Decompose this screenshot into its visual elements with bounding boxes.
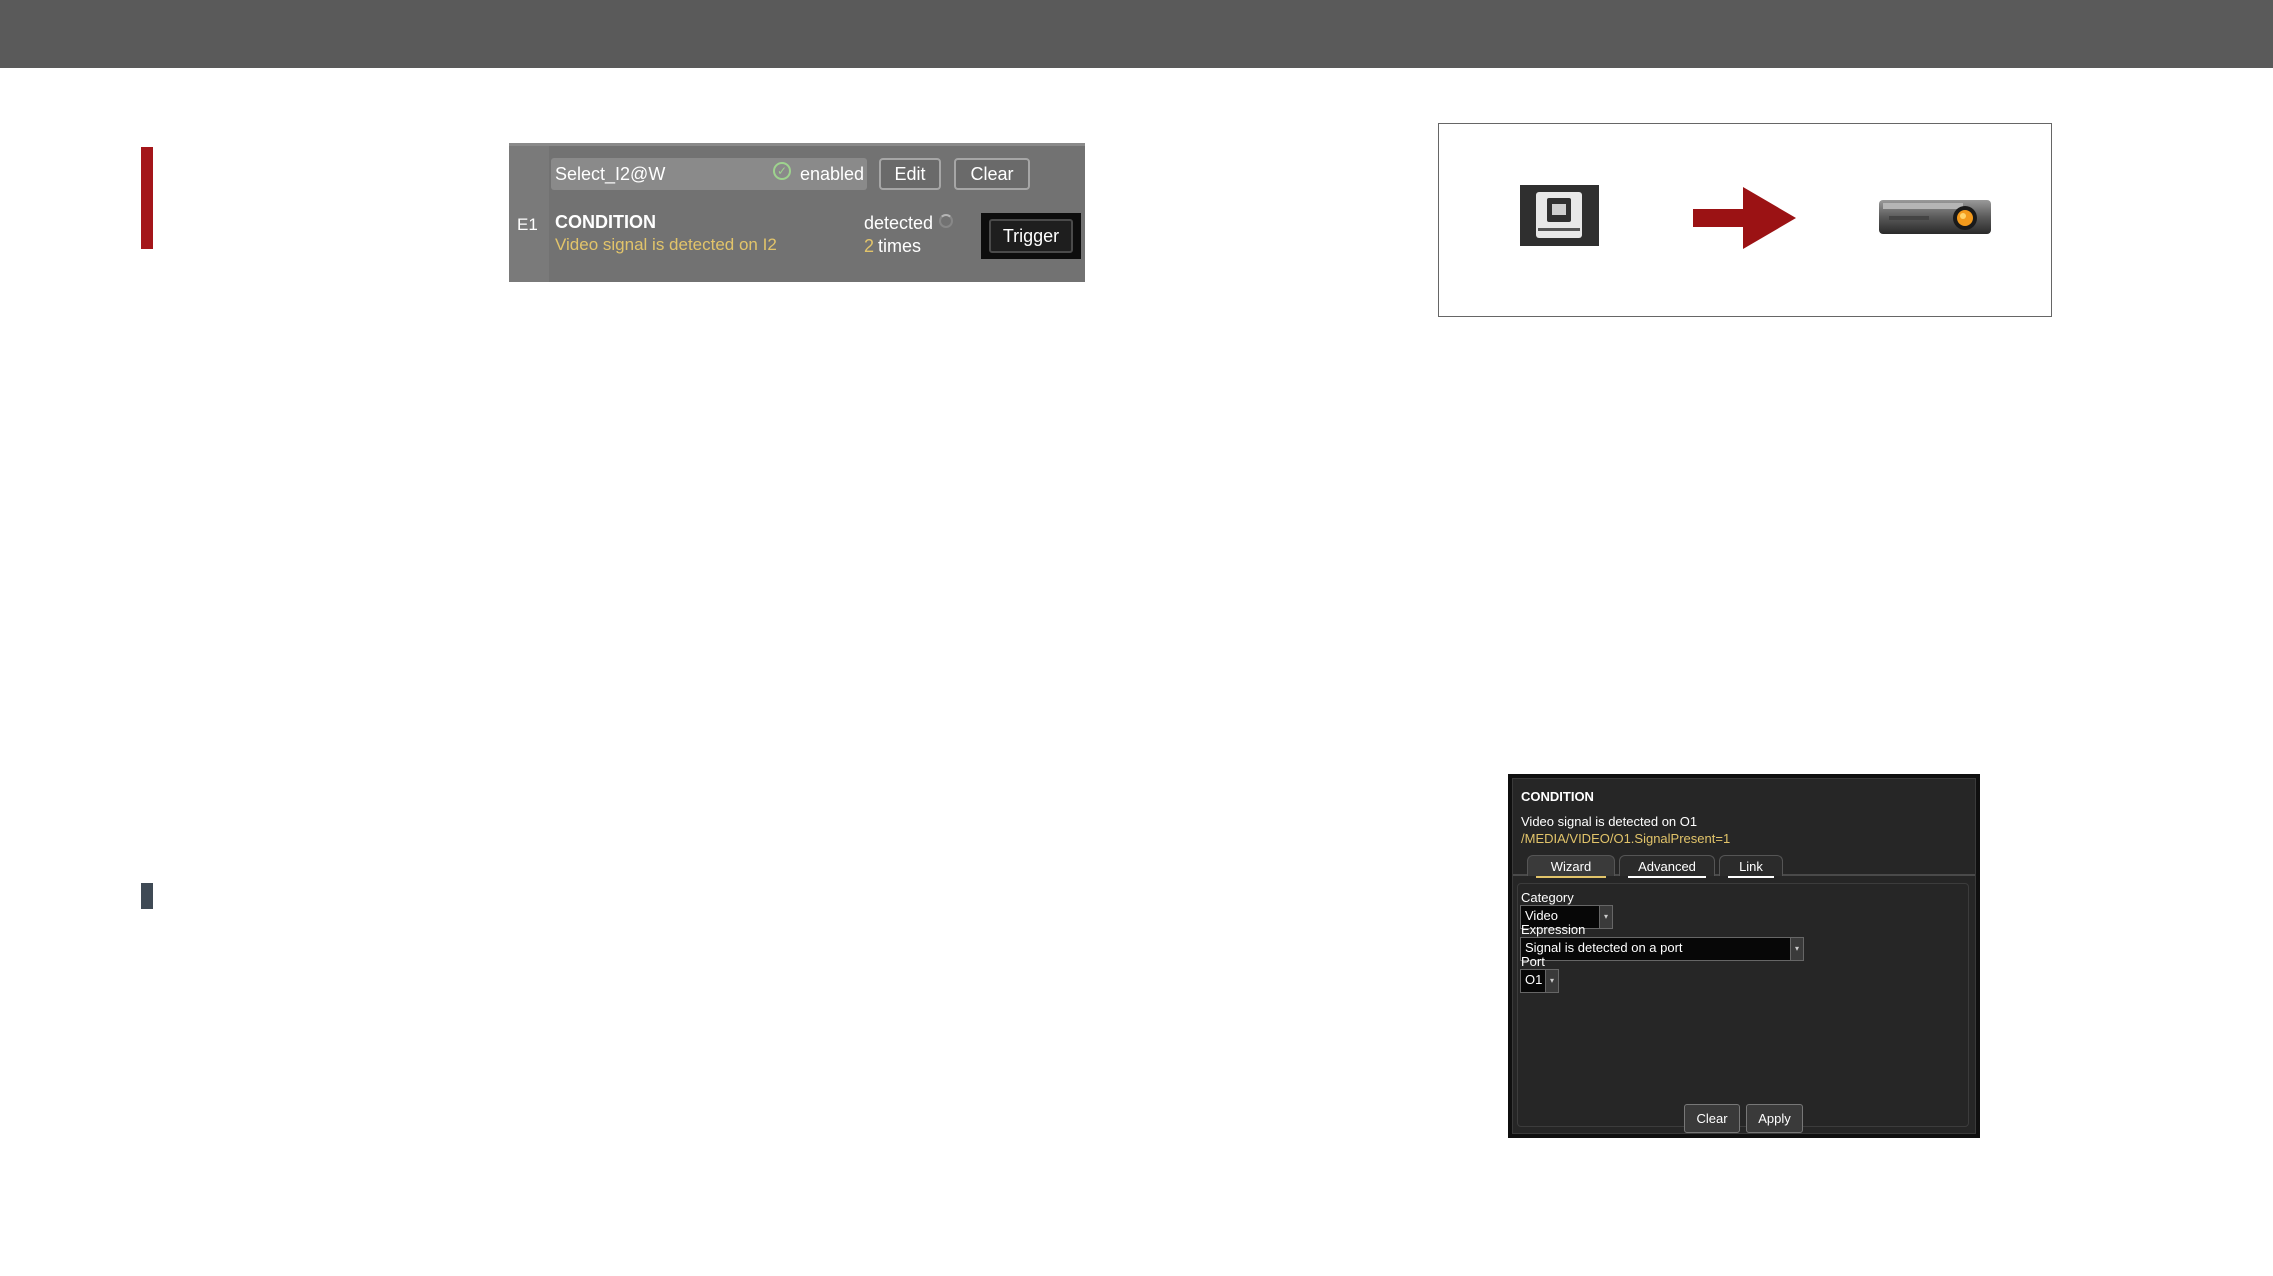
condition-editor-body: CONDITION Video signal is detected on O1… xyxy=(1512,778,1976,1134)
condition-description: Video signal is detected on I2 xyxy=(555,235,777,254)
section-marker-red xyxy=(141,147,153,249)
edit-button[interactable]: Edit xyxy=(879,158,941,190)
port-select[interactable]: O1 ▾ xyxy=(1520,969,1559,993)
right-arrow-icon xyxy=(1693,187,1796,249)
event-id: E1 xyxy=(517,215,538,234)
check-circle-icon: ✓ xyxy=(773,162,791,180)
projector-icon xyxy=(1879,200,1991,234)
tab-link[interactable]: Link xyxy=(1719,855,1783,878)
event-panel: Select_I2@W ✓ enabled Edit Clear E1 COND… xyxy=(509,143,1085,282)
trigger-button[interactable]: Trigger xyxy=(989,219,1073,253)
editor-description: Video signal is detected on O1 xyxy=(1521,814,1698,829)
category-value: Video xyxy=(1525,908,1559,923)
signal-flow-diagram xyxy=(1438,123,2052,317)
expression-select[interactable]: Signal is detected on a port ▾ xyxy=(1520,937,1804,961)
port-label: Port xyxy=(1521,954,1545,969)
chevron-down-icon: ▾ xyxy=(1790,938,1803,960)
tab-advanced[interactable]: Advanced xyxy=(1619,855,1715,878)
event-id-column xyxy=(509,146,549,282)
trigger-highlight: Trigger xyxy=(981,213,1081,259)
editor-apply-button[interactable]: Apply xyxy=(1746,1104,1803,1133)
clear-button[interactable]: Clear xyxy=(954,158,1030,190)
tab-wizard-underline xyxy=(1536,876,1606,878)
condition-title: CONDITION xyxy=(555,212,656,232)
chevron-down-icon: ▾ xyxy=(1545,970,1558,992)
tab-wizard[interactable]: Wizard xyxy=(1527,855,1615,878)
section-marker-grey xyxy=(141,883,153,909)
chevron-down-icon: ▾ xyxy=(1599,906,1612,928)
tab-advanced-label: Advanced xyxy=(1638,859,1696,874)
editor-clear-button[interactable]: Clear xyxy=(1684,1104,1740,1133)
event-name: Select_I2@W xyxy=(555,164,666,184)
wizard-content: Category Video ▾ Expression Signal is de… xyxy=(1517,883,1969,1127)
expression-label: Expression xyxy=(1521,922,1586,937)
times-label: times xyxy=(878,236,922,256)
page-header-bar xyxy=(0,0,2273,68)
category-label: Category xyxy=(1521,890,1574,905)
condition-editor: CONDITION Video signal is detected on O1… xyxy=(1508,774,1980,1138)
tps-rx-device-icon xyxy=(1520,185,1599,246)
expression-path: /MEDIA/VIDEO/O1.SignalPresent=1 xyxy=(1521,831,1731,846)
editor-title: CONDITION xyxy=(1521,789,1594,804)
tab-link-underline xyxy=(1728,876,1774,878)
port-value: O1 xyxy=(1525,972,1543,987)
tab-wizard-label: Wizard xyxy=(1550,859,1592,874)
event-status: enabled xyxy=(800,164,865,184)
detected-label: detected xyxy=(864,213,934,233)
tab-advanced-underline xyxy=(1628,876,1706,878)
spinner-icon xyxy=(939,214,953,228)
detected-count: 2 xyxy=(864,236,875,256)
tab-link-label: Link xyxy=(1739,859,1763,874)
expression-value: Signal is detected on a port xyxy=(1525,940,1683,955)
